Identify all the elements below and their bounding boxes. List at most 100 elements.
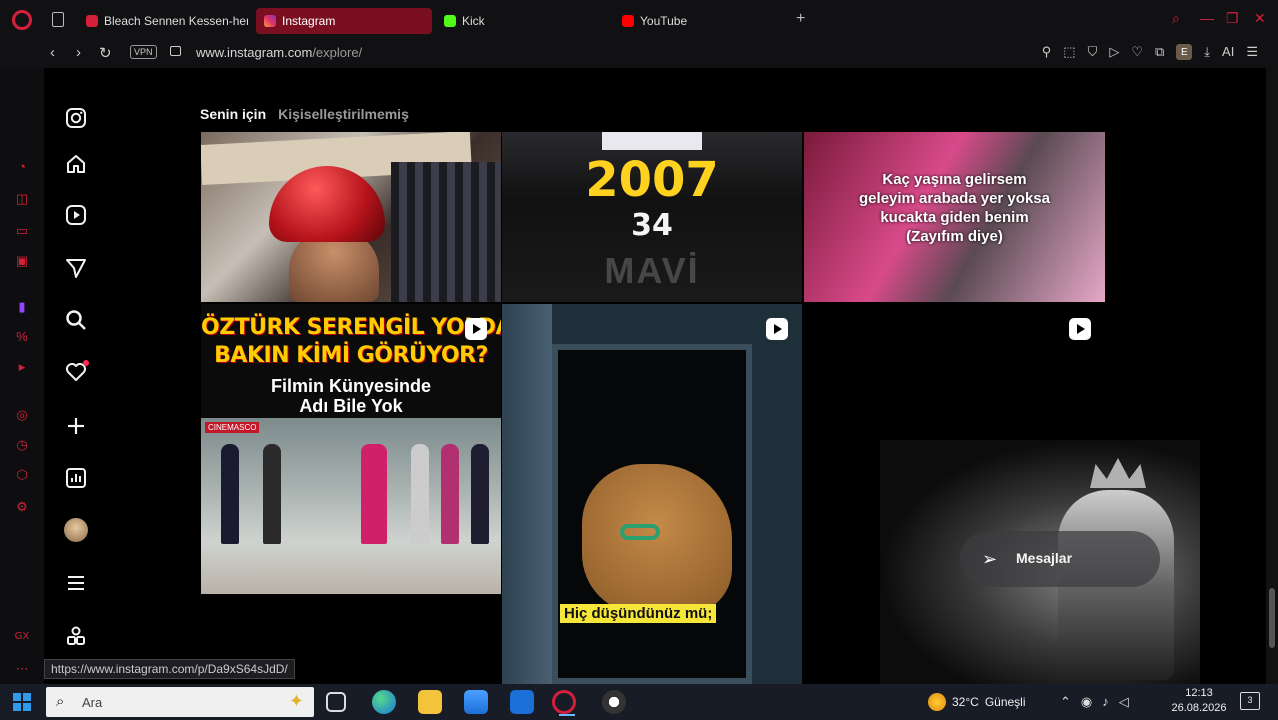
task-view-icon[interactable]	[326, 692, 346, 712]
address-bar: ‹ › ↻ VPN www.instagram.com/explore/ ⚲ ⬚…	[0, 40, 1278, 68]
lock-icon[interactable]	[170, 46, 181, 56]
explore-tabs: Senin için Kişiselleştirilmemiş	[200, 106, 409, 122]
pin-icon[interactable]: ⚲	[1042, 44, 1052, 60]
search-highlight-icon: ✦	[288, 691, 304, 711]
obs-icon[interactable]	[602, 690, 626, 714]
more-icon[interactable]: ⋯	[14, 662, 30, 676]
weather-widget[interactable]: 32°C Güneşli	[928, 693, 1026, 711]
toolbar-icons: ⚲ ⬚ ⛉ ▷ ♡ ⧉ E ⤓ AI ☰	[1042, 44, 1258, 60]
bleach-favicon-icon	[86, 15, 98, 27]
home-icon[interactable]	[64, 152, 88, 176]
app-icon[interactable]: ▣	[14, 254, 30, 268]
post-watermark: MAVİ	[604, 250, 700, 291]
file-explorer-icon[interactable]	[418, 690, 442, 714]
reel-subheadline: Filmin Künyesinde Adı Bile Yok	[201, 376, 501, 416]
tab-youtube[interactable]: YouTube	[614, 8, 784, 34]
mail-icon[interactable]	[510, 690, 534, 714]
url-field[interactable]: www.instagram.com/explore/	[196, 45, 362, 60]
scrollbar-thumb[interactable]	[1269, 588, 1275, 648]
forward-icon[interactable]: ›	[76, 44, 81, 61]
opera-sidebar: ◔ ◫ ▭ ▣ ▮ % ▸ ◎ ◷ ⬡ ⚙ GX ⋯	[0, 68, 44, 684]
tab-kick[interactable]: Kick	[436, 8, 606, 34]
youtube-favicon-icon	[622, 15, 634, 27]
volume-icon[interactable]: ◁	[1119, 694, 1129, 710]
edge-icon[interactable]	[372, 690, 396, 714]
ai-bot-icon[interactable]: ◫	[14, 192, 30, 206]
extension-e-icon[interactable]: E	[1176, 44, 1193, 60]
close-icon[interactable]: ✕	[1254, 10, 1266, 27]
snapshot-icon[interactable]: ⬚	[1063, 44, 1075, 60]
back-icon[interactable]: ‹	[50, 44, 55, 61]
speed-dial-icon[interactable]: ◔	[14, 160, 30, 174]
history-icon[interactable]: ◷	[14, 438, 30, 452]
screen: Bleach Sennen Kessen-hen Instagram Kick …	[0, 0, 1278, 720]
download-icon[interactable]: ⤓	[1204, 44, 1210, 60]
network-icon[interactable]: ◉	[1081, 694, 1092, 710]
reel-play-icon	[1069, 318, 1091, 340]
new-tab-plus-icon[interactable]: +	[796, 11, 805, 27]
messages-button[interactable]: ➢ Mesajlar	[960, 531, 1160, 587]
create-plus-icon[interactable]	[64, 414, 88, 438]
menu-icon[interactable]: ☰	[1246, 44, 1258, 60]
opera-logo-icon[interactable]	[12, 10, 32, 30]
microphone-icon[interactable]: ♪	[1102, 694, 1109, 710]
post-caption: Kaç yaşına gelirsem geleyim arabada yer …	[804, 170, 1105, 246]
store-icon[interactable]	[464, 690, 488, 714]
tab-for-you[interactable]: Senin için	[200, 106, 266, 122]
kick-favicon-icon	[444, 15, 456, 27]
instagram-logo-icon[interactable]	[64, 106, 88, 130]
photo-figure	[221, 444, 239, 544]
dashboard-chart-icon[interactable]	[64, 466, 88, 490]
vpn-badge[interactable]: VPN	[130, 45, 157, 59]
tab-bleach[interactable]: Bleach Sennen Kessen-hen	[78, 8, 248, 34]
settings-gear-icon[interactable]: ⚙	[14, 500, 30, 514]
notifications-heart-icon[interactable]	[64, 360, 89, 384]
tab-unpersonalized[interactable]: Kişiselleştirilmemiş	[278, 106, 409, 122]
percent-icon[interactable]: %	[14, 330, 30, 344]
tab-label: YouTube	[640, 14, 688, 28]
gx-icon[interactable]: GX	[14, 630, 30, 644]
notification-center-icon[interactable]: 3	[1240, 692, 1260, 710]
photo-figure	[411, 444, 429, 544]
windows-taskbar: ⌕ Ara ✦ 32°C Güneşli ⌃ ◉ ♪ ◁ 12:13 26.08…	[0, 684, 1278, 720]
caption-line: kucakta giden benim	[880, 209, 1029, 226]
post-overlay-year: 2007	[585, 152, 719, 208]
explore-post-tile[interactable]: Kaç yaşına gelirsem geleyim arabada yer …	[804, 132, 1105, 302]
tab-island-icon[interactable]	[52, 12, 64, 27]
page-scrollbar[interactable]	[1266, 68, 1278, 684]
search-icon[interactable]	[64, 308, 88, 332]
twitch-icon[interactable]: ▮	[14, 300, 30, 314]
messenger-icon[interactable]: ▭	[14, 224, 30, 238]
search-tabs-icon[interactable]: ⌕	[1172, 10, 1180, 27]
extensions-sidebar-icon[interactable]: ⬡	[14, 468, 30, 482]
taskbar-clock[interactable]: 12:13 26.08.2026	[1168, 686, 1230, 716]
aria-ai-button[interactable]: AI	[1222, 44, 1234, 60]
reels-icon[interactable]	[64, 203, 88, 227]
reel-play-icon	[465, 318, 487, 340]
flow-send-icon[interactable]: ▷	[1109, 44, 1119, 60]
extensions-icon[interactable]: ⧉	[1155, 44, 1164, 60]
opera-gx-taskbar-icon[interactable]	[552, 690, 576, 716]
show-hidden-icons-chevron-icon[interactable]: ⌃	[1060, 694, 1071, 710]
minimize-icon[interactable]: —	[1200, 10, 1214, 26]
more-menu-icon[interactable]	[64, 571, 88, 595]
windows-start-icon[interactable]	[13, 693, 31, 711]
reload-icon[interactable]: ↻	[99, 44, 112, 62]
maximize-icon[interactable]: ❐	[1226, 10, 1239, 27]
taskbar-search-box[interactable]: ⌕ Ara ✦	[46, 687, 314, 717]
explore-post-tile[interactable]	[201, 132, 501, 302]
messages-label: Mesajlar	[1016, 550, 1073, 566]
clock-time: 12:13	[1185, 687, 1213, 699]
explore-reel-tile[interactable]: Hiç düşündünüz mü;	[502, 304, 802, 684]
explore-post-tile[interactable]: 2007 34 MAVİ	[502, 132, 802, 302]
explore-reel-tile[interactable]: ÖZTÜRK SERENGİL YOLDA BAKIN KİMİ GÖRÜYOR…	[201, 304, 501, 594]
also-from-meta-icon[interactable]	[64, 624, 88, 648]
cartoon-dog-collar	[620, 524, 660, 540]
messages-nav-icon[interactable]	[64, 256, 88, 280]
shield-icon[interactable]: ⛉	[1088, 44, 1098, 60]
tab-instagram[interactable]: Instagram	[256, 8, 432, 34]
heart-icon[interactable]: ♡	[1131, 44, 1143, 60]
player-icon[interactable]: ◎	[14, 408, 30, 422]
youtube-sidebar-icon[interactable]: ▸	[14, 360, 30, 374]
profile-avatar[interactable]	[64, 518, 88, 542]
